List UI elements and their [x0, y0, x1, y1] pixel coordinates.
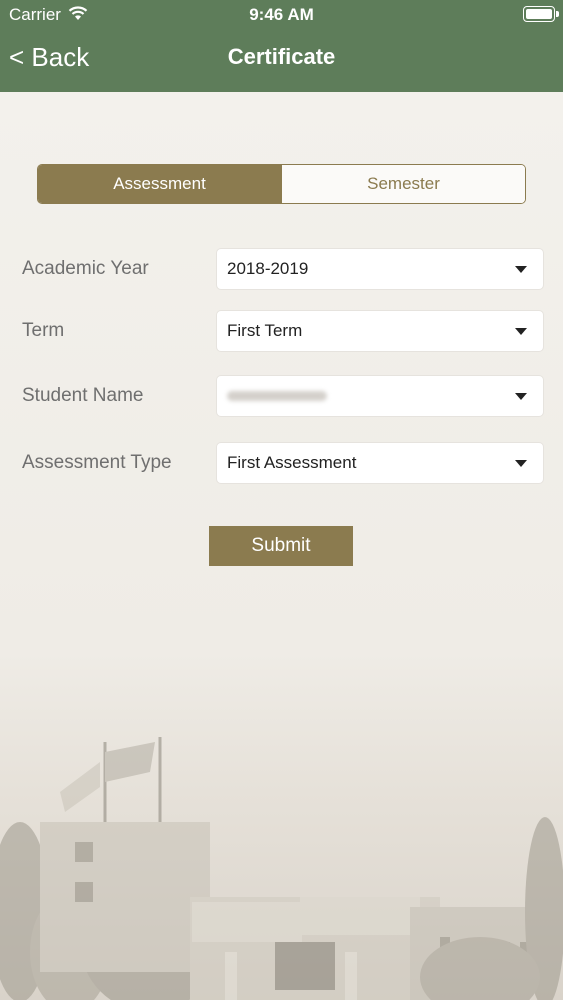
student-name-label: Student Name: [22, 385, 144, 406]
tab-assessment[interactable]: Assessment: [38, 165, 281, 203]
navigation-bar: Carrier 9:46 AM < Back Certificate: [0, 0, 563, 92]
assessment-type-value: First Assessment: [227, 453, 357, 472]
tab-semester[interactable]: Semester: [281, 165, 525, 203]
battery-icon: [523, 6, 559, 22]
submit-button[interactable]: Submit: [209, 526, 353, 566]
academic-year-value: 2018-2019: [227, 259, 309, 278]
assessment-type-select[interactable]: First Assessment: [216, 442, 544, 484]
student-name-value-blurred: [227, 391, 327, 401]
term-row: Term First Term: [0, 310, 563, 352]
term-select[interactable]: First Term: [216, 310, 544, 352]
dropdown-arrow-icon: [515, 460, 527, 467]
academic-year-select[interactable]: 2018-2019: [216, 248, 544, 290]
term-label: Term: [22, 320, 65, 341]
clock: 9:46 AM: [249, 5, 314, 24]
main-content: Assessment Semester Academic Year 2018-2…: [0, 92, 563, 1000]
school-building-background-image: [0, 737, 563, 1000]
assessment-type-row: Assessment Type First Assessment: [0, 442, 563, 484]
dropdown-arrow-icon: [515, 393, 527, 400]
academic-year-row: Academic Year 2018-2019: [0, 248, 563, 290]
dropdown-arrow-icon: [515, 266, 527, 273]
assessment-type-label: Assessment Type: [22, 452, 172, 473]
term-value: First Term: [227, 321, 303, 340]
certificate-type-segmented-control: Assessment Semester: [37, 164, 526, 204]
dropdown-arrow-icon: [515, 328, 527, 335]
status-bar: Carrier 9:46 AM: [0, 0, 563, 30]
student-name-row: Student Name: [0, 375, 563, 417]
student-name-select[interactable]: [216, 375, 544, 417]
academic-year-label: Academic Year: [22, 258, 149, 279]
page-title: Certificate: [227, 44, 336, 69]
